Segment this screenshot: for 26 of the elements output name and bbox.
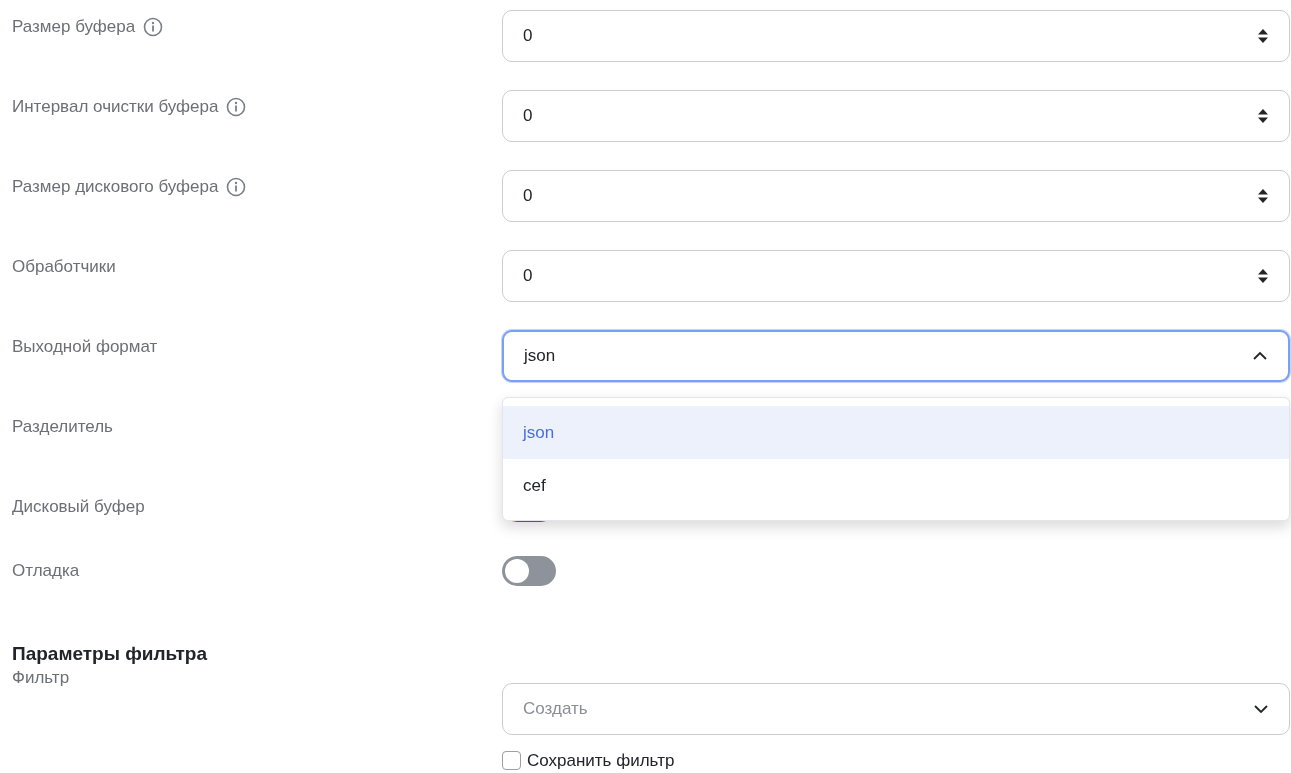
select-field[interactable]: json: [502, 330, 1290, 382]
field-label: Размер дискового буфера: [12, 176, 219, 198]
number-field[interactable]: 0: [502, 10, 1290, 62]
field-label: Разделитель: [12, 416, 113, 438]
section-heading: Параметры фильтра: [12, 642, 209, 666]
field-label: Дисковый буфер: [12, 496, 145, 518]
field-label: Фильтр: [12, 667, 70, 689]
chevron-icon: [1253, 704, 1269, 714]
checkbox-label: Сохранить фильтр: [527, 750, 675, 772]
spinner-icon: [1257, 108, 1269, 124]
chevron-icon: [1252, 351, 1268, 361]
field-label: Интервал очистки буфера: [12, 96, 219, 118]
spinner-icon: [1257, 268, 1269, 284]
dropdown-option[interactable]: cef: [503, 459, 1289, 512]
field-label: Выходной формат: [12, 336, 158, 358]
number-field[interactable]: 0: [502, 250, 1290, 302]
number-field[interactable]: 0: [502, 90, 1290, 142]
toggle-switch[interactable]: [502, 556, 556, 586]
field-label: Размер буфера: [12, 16, 136, 38]
dropdown-option[interactable]: json: [503, 406, 1289, 459]
checkbox[interactable]: [502, 751, 521, 771]
number-field[interactable]: 0: [502, 170, 1290, 222]
spinner-icon: [1257, 188, 1269, 204]
field-label: Обработчики: [12, 256, 116, 278]
field-label: Отладка: [12, 560, 80, 582]
spinner-icon: [1257, 28, 1269, 44]
